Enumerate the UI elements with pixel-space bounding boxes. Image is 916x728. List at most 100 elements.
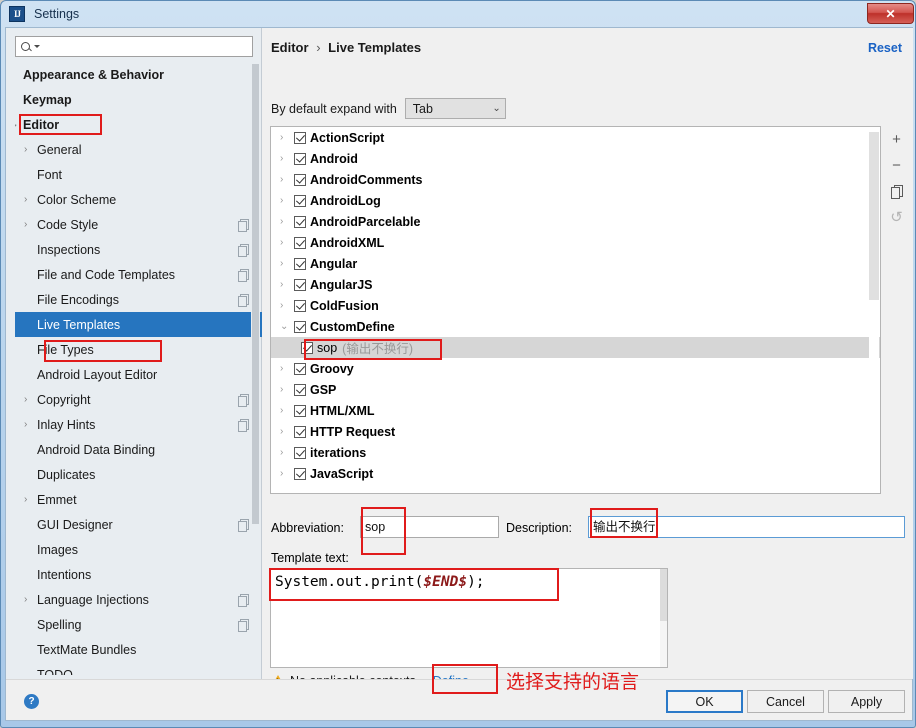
sidebar-item-inlay-hints[interactable]: › Inlay Hints (15, 412, 262, 437)
sidebar-item-code-style[interactable]: › Code Style (15, 212, 262, 237)
chevron-right-icon[interactable]: › (280, 216, 294, 227)
sidebar-item-keymap[interactable]: ·Keymap (15, 87, 262, 112)
search-input[interactable] (40, 38, 252, 55)
template-row[interactable]: › GSP (271, 379, 880, 400)
chevron-right-icon[interactable]: › (280, 237, 294, 248)
sidebar-item-language-injections[interactable]: › Language Injections (15, 587, 262, 612)
template-row[interactable]: › AndroidXML (271, 232, 880, 253)
template-row[interactable]: › ActionScript (271, 127, 880, 148)
default-expand-select[interactable]: Tab ⌄ (404, 98, 506, 119)
template-checkbox[interactable] (294, 404, 306, 417)
remove-template-button[interactable]: − (883, 152, 910, 178)
template-list-scrollbar[interactable] (869, 128, 879, 493)
chevron-right-icon[interactable]: › (280, 258, 294, 269)
chevron-right-icon[interactable]: › (24, 394, 36, 405)
breadcrumb-root[interactable]: Editor (271, 40, 309, 55)
add-template-button[interactable]: + (883, 126, 910, 152)
sidebar-scrollbar[interactable] (251, 64, 260, 672)
template-row[interactable]: › Angular (271, 253, 880, 274)
sidebar-item-file-and-code-templates[interactable]: ·File and Code Templates (15, 262, 262, 287)
template-row[interactable]: › HTTP Request (271, 421, 880, 442)
chevron-right-icon[interactable]: › (15, 69, 22, 80)
template-row[interactable]: sop (输出不换行) (271, 337, 880, 358)
chevron-right-icon[interactable]: › (280, 153, 294, 164)
template-row[interactable]: › AndroidLog (271, 190, 880, 211)
template-checkbox[interactable] (294, 194, 306, 207)
close-icon[interactable]: ✕ (867, 3, 914, 24)
template-row[interactable]: › AndroidComments (271, 169, 880, 190)
chevron-right-icon[interactable]: › (24, 494, 36, 505)
template-checkbox[interactable] (301, 341, 313, 354)
chevron-right-icon[interactable]: › (280, 405, 294, 416)
sidebar-item-inspections[interactable]: ·Inspections (15, 237, 262, 262)
duplicate-template-button[interactable] (883, 178, 910, 204)
sidebar-item-textmate-bundles[interactable]: ·TextMate Bundles (15, 637, 262, 662)
sidebar-item-spelling[interactable]: ·Spelling (15, 612, 262, 637)
chevron-right-icon[interactable]: › (280, 426, 294, 437)
chevron-right-icon[interactable]: › (24, 144, 36, 155)
chevron-right-icon[interactable]: › (280, 132, 294, 143)
sidebar-item-file-types[interactable]: ·File Types (15, 337, 262, 362)
template-checkbox[interactable] (294, 320, 306, 333)
template-checkbox[interactable] (294, 257, 306, 270)
reset-link[interactable]: Reset (868, 41, 902, 55)
sidebar-item-font[interactable]: ·Font (15, 162, 262, 187)
chevron-right-icon[interactable]: › (280, 300, 294, 311)
template-checkbox[interactable] (294, 299, 306, 312)
template-row[interactable]: › AndroidParcelable (271, 211, 880, 232)
template-checkbox[interactable] (294, 425, 306, 438)
sidebar-item-live-templates[interactable]: ·Live Templates (15, 312, 262, 337)
chevron-right-icon[interactable]: › (280, 195, 294, 206)
sidebar-item-color-scheme[interactable]: › Color Scheme (15, 187, 262, 212)
sidebar-item-file-encodings[interactable]: ·File Encodings (15, 287, 262, 312)
chevron-right-icon[interactable]: › (24, 194, 36, 205)
sidebar-item-images[interactable]: ·Images (15, 537, 262, 562)
template-text-editor[interactable]: System.out.print($END$); (270, 568, 668, 668)
template-checkbox[interactable] (294, 467, 306, 480)
sidebar-scrollbar-thumb[interactable] (252, 64, 259, 524)
chevron-right-icon[interactable]: › (280, 447, 294, 458)
sidebar-item-android-layout-editor[interactable]: ·Android Layout Editor (15, 362, 262, 387)
template-checkbox[interactable] (294, 236, 306, 249)
description-input[interactable]: 输出不换行 (588, 516, 905, 538)
sidebar-item-duplicates[interactable]: ·Duplicates (15, 462, 262, 487)
chevron-right-icon[interactable]: › (280, 468, 294, 479)
abbreviation-input[interactable]: sop (360, 516, 499, 538)
template-checkbox[interactable] (294, 152, 306, 165)
sidebar-item-android-data-binding[interactable]: ·Android Data Binding (15, 437, 262, 462)
template-checkbox[interactable] (294, 446, 306, 459)
sidebar-item-editor[interactable]: ⌄Editor (15, 112, 262, 137)
ok-button[interactable]: OK (666, 690, 743, 713)
sidebar-tree[interactable]: ›Appearance & Behavior·Keymap⌄Editor›Gen… (15, 62, 262, 675)
template-checkbox[interactable] (294, 383, 306, 396)
template-row[interactable]: › AngularJS (271, 274, 880, 295)
template-checkbox[interactable] (294, 362, 306, 375)
template-row[interactable]: › HTML/XML (271, 400, 880, 421)
apply-button[interactable]: Apply (828, 690, 905, 713)
template-row[interactable]: › ColdFusion (271, 295, 880, 316)
template-checkbox[interactable] (294, 215, 306, 228)
template-text-scrollbar[interactable] (660, 569, 667, 667)
chevron-down-icon[interactable]: ⌄ (280, 321, 294, 332)
template-row[interactable]: › JavaScript (271, 463, 880, 484)
cancel-button[interactable]: Cancel (747, 690, 824, 713)
template-checkbox[interactable] (294, 173, 306, 186)
template-checkbox[interactable] (294, 278, 306, 291)
chevron-right-icon[interactable]: › (24, 594, 36, 605)
sidebar-item-appearance-behavior[interactable]: ›Appearance & Behavior (15, 62, 262, 87)
sidebar-item-gui-designer[interactable]: ·GUI Designer (15, 512, 262, 537)
sidebar-item-emmet[interactable]: › Emmet (15, 487, 262, 512)
sidebar-item-general[interactable]: › General (15, 137, 262, 162)
template-row[interactable]: › Groovy (271, 358, 880, 379)
template-row[interactable]: ⌄ CustomDefine (271, 316, 880, 337)
chevron-right-icon[interactable]: › (280, 384, 294, 395)
revert-template-button[interactable]: ↺ (883, 204, 910, 230)
template-list-scrollbar-thumb[interactable] (869, 132, 879, 300)
template-checkbox[interactable] (294, 131, 306, 144)
sidebar-item-copyright[interactable]: › Copyright (15, 387, 262, 412)
chevron-down-icon[interactable]: ⌄ (15, 119, 22, 130)
template-row[interactable]: › iterations (271, 442, 880, 463)
template-group-list[interactable]: › ActionScript › Android › AndroidComments › An… (270, 126, 881, 494)
sidebar-item-todo[interactable]: ·TODO (15, 662, 262, 676)
chevron-right-icon[interactable]: › (24, 219, 36, 230)
